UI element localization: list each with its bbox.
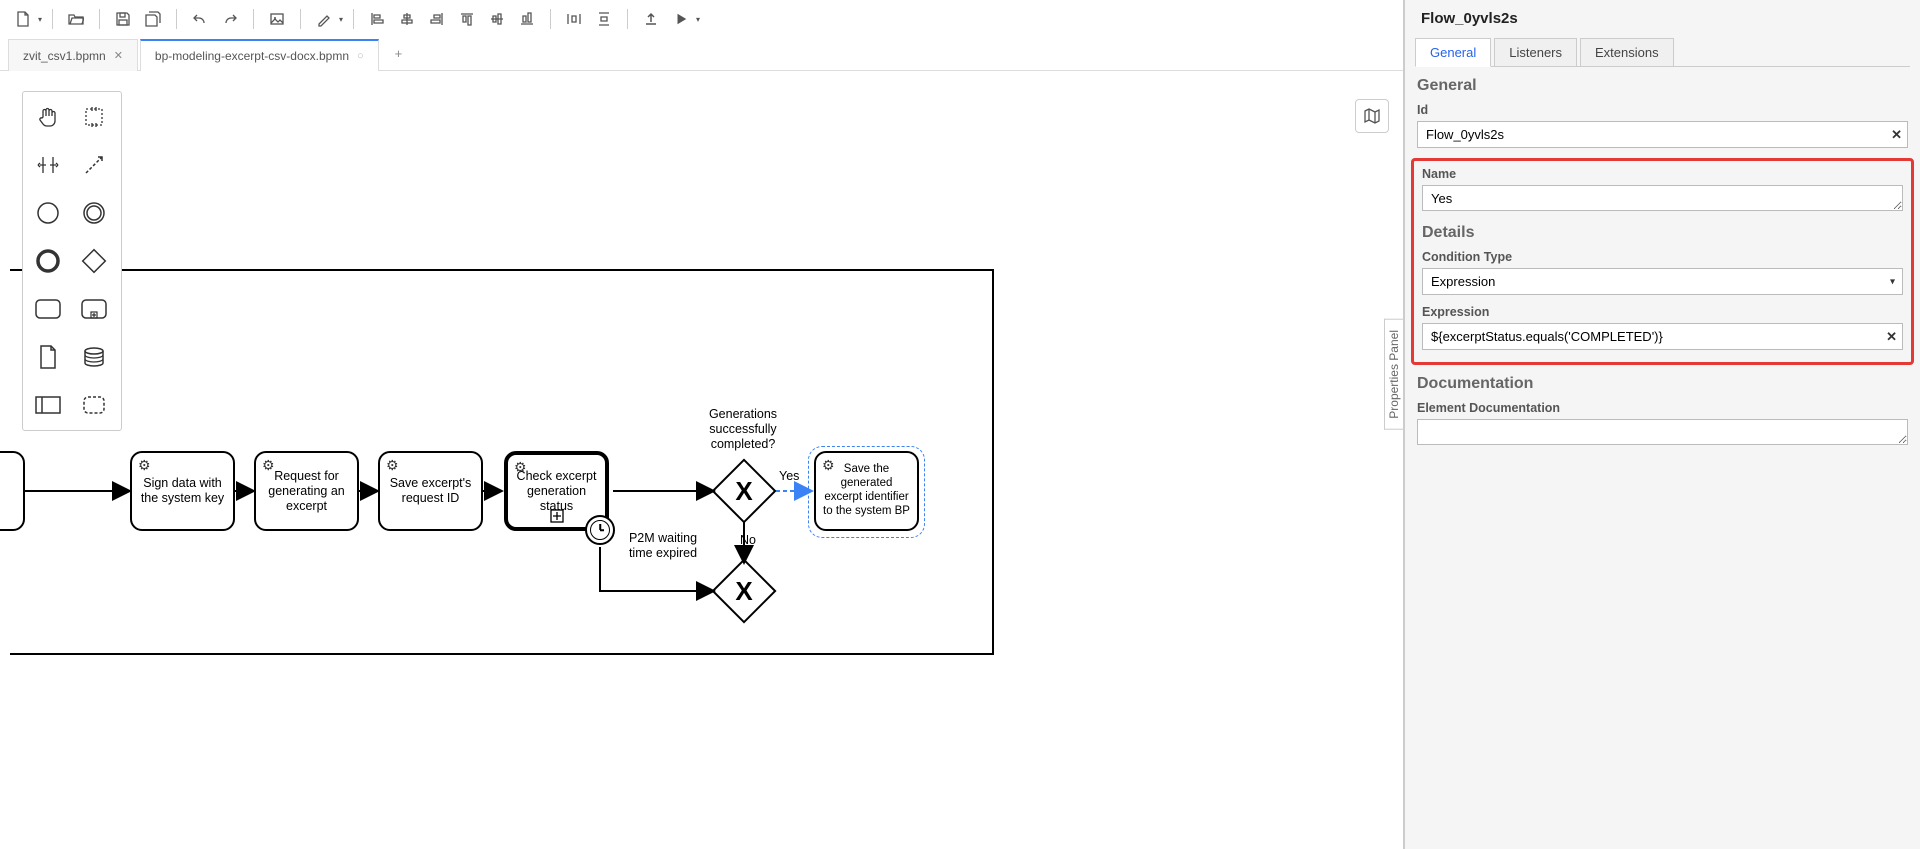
- canvas[interactable]: ⚙ ⚙ Sign data with the system key ⚙ Requ…: [0, 71, 1403, 849]
- save-all-button[interactable]: [140, 6, 166, 32]
- group-tool[interactable]: [75, 386, 113, 424]
- distribute-h-button[interactable]: [561, 6, 587, 32]
- align-top-button[interactable]: [454, 6, 480, 32]
- space-tool[interactable]: [29, 146, 67, 184]
- expression-label: Expression: [1422, 305, 1903, 319]
- properties-panel: Flow_0yvls2s General Listeners Extension…: [1404, 0, 1920, 849]
- tab-label: bp-modeling-excerpt-csv-docx.bpmn: [155, 49, 349, 63]
- close-icon[interactable]: ✕: [114, 49, 123, 62]
- tab-zvit[interactable]: zvit_csv1.bpmn ✕: [8, 39, 138, 71]
- new-tab-button[interactable]: +: [381, 38, 417, 70]
- new-file-button[interactable]: [10, 6, 36, 32]
- align-left-button[interactable]: [364, 6, 390, 32]
- panel-title: Flow_0yvls2s: [1415, 6, 1910, 37]
- subprocess-tool[interactable]: [75, 290, 113, 328]
- lasso-tool[interactable]: [75, 98, 113, 136]
- tab-general[interactable]: General: [1415, 38, 1491, 67]
- tab-bp-modeling[interactable]: bp-modeling-excerpt-csv-docx.bpmn ○: [140, 39, 379, 71]
- data-object-tool[interactable]: [29, 338, 67, 376]
- panel-tabs: General Listeners Extensions: [1415, 37, 1910, 67]
- connect-tool[interactable]: [75, 146, 113, 184]
- redo-button[interactable]: [217, 6, 243, 32]
- align-bottom-button[interactable]: [514, 6, 540, 32]
- selected-flow[interactable]: [0, 71, 1000, 771]
- section-details: Details: [1422, 224, 1905, 242]
- open-file-button[interactable]: [63, 6, 89, 32]
- doc-label: Element Documentation: [1417, 401, 1908, 415]
- color-button[interactable]: [311, 6, 337, 32]
- properties-panel-toggle[interactable]: Properties Panel: [1384, 319, 1403, 430]
- color-caret[interactable]: ▾: [339, 15, 343, 24]
- align-center-button[interactable]: [394, 6, 420, 32]
- end-event-tool[interactable]: [29, 242, 67, 280]
- section-documentation: Documentation: [1417, 375, 1910, 393]
- clear-icon[interactable]: ✕: [1891, 127, 1902, 143]
- section-general: General: [1417, 77, 1910, 95]
- condition-type-label: Condition Type: [1422, 250, 1903, 264]
- image-button[interactable]: [264, 6, 290, 32]
- participant-tool[interactable]: [29, 386, 67, 424]
- export-button[interactable]: [638, 6, 664, 32]
- run-caret[interactable]: ▾: [696, 15, 700, 24]
- id-input[interactable]: [1417, 121, 1908, 148]
- tab-extensions[interactable]: Extensions: [1580, 38, 1674, 67]
- tool-palette: [22, 91, 122, 431]
- intermediate-event-tool[interactable]: [75, 194, 113, 232]
- unsaved-icon[interactable]: ○: [357, 50, 364, 62]
- toolbar: ▾ ▾ ▾: [0, 0, 1403, 38]
- tab-label: zvit_csv1.bpmn: [23, 49, 106, 63]
- name-label: Name: [1422, 167, 1903, 181]
- name-input[interactable]: [1422, 185, 1903, 211]
- hand-tool[interactable]: [29, 98, 67, 136]
- expression-input[interactable]: [1422, 323, 1903, 350]
- highlight-box: Name Details Condition Type Expression ▾…: [1411, 158, 1914, 365]
- align-right-button[interactable]: [424, 6, 450, 32]
- clear-icon[interactable]: ✕: [1886, 329, 1897, 345]
- start-event-tool[interactable]: [29, 194, 67, 232]
- file-tabs: zvit_csv1.bpmn ✕ bp-modeling-excerpt-csv…: [0, 38, 1403, 71]
- save-button[interactable]: [110, 6, 136, 32]
- bpmn-diagram: ⚙ ⚙ Sign data with the system key ⚙ Requ…: [0, 71, 1403, 849]
- gateway-tool[interactable]: [75, 242, 113, 280]
- condition-type-select[interactable]: Expression: [1422, 268, 1903, 295]
- align-middle-button[interactable]: [484, 6, 510, 32]
- new-file-caret[interactable]: ▾: [38, 15, 42, 24]
- doc-input[interactable]: [1417, 419, 1908, 445]
- distribute-v-button[interactable]: [591, 6, 617, 32]
- run-button[interactable]: [668, 6, 694, 32]
- data-store-tool[interactable]: [75, 338, 113, 376]
- undo-button[interactable]: [187, 6, 213, 32]
- tab-listeners[interactable]: Listeners: [1494, 38, 1577, 67]
- task-tool[interactable]: [29, 290, 67, 328]
- id-label: Id: [1417, 103, 1908, 117]
